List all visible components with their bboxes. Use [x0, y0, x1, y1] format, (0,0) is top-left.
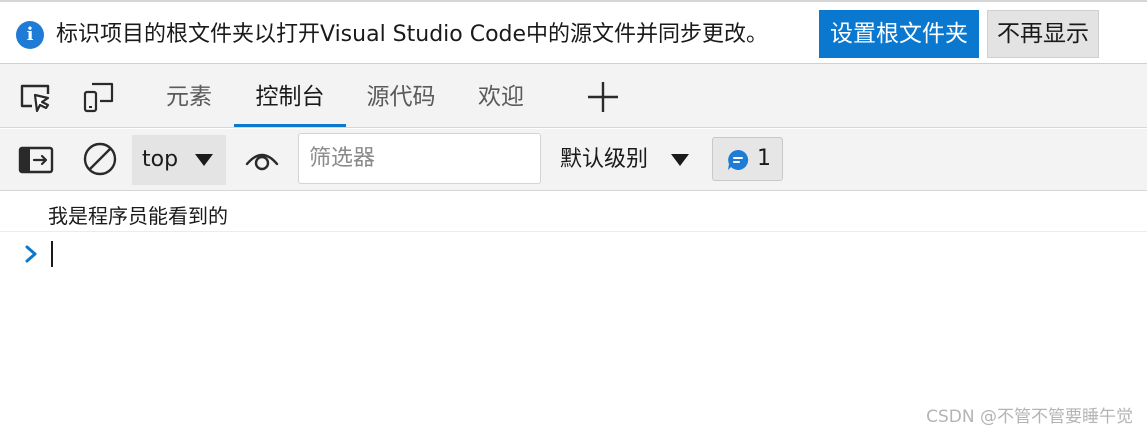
infobar-message: 标识项目的根文件夹以打开Visual Studio Code中的源文件并同步更改… [56, 22, 769, 47]
caret-down-icon [195, 154, 213, 166]
watermark: CSDN @不管不管要睡午觉 [926, 407, 1133, 427]
inspect-element-icon[interactable] [18, 80, 52, 114]
plus-icon[interactable] [584, 78, 622, 116]
set-root-folder-button[interactable]: 设置根文件夹 [819, 10, 979, 58]
console-output[interactable]: 我是程序员能看到的 CSDN @不管不管要睡午觉 [0, 192, 1147, 433]
context-selector[interactable]: top [132, 135, 226, 185]
issues-count: 1 [757, 146, 771, 171]
info-icon: i [16, 21, 44, 49]
console-toolbar: top 默认级别 1 [0, 129, 1147, 191]
filter-input[interactable] [298, 133, 541, 184]
chevron-right-icon [25, 245, 37, 263]
context-selector-label: top [142, 147, 179, 172]
issues-button[interactable]: 1 [712, 137, 783, 181]
message-bubble-icon [728, 149, 749, 170]
log-level-label: 默认级别 [560, 147, 649, 172]
console-prompt-caret[interactable] [51, 241, 53, 267]
devtools-tabstrip: 元素 控制台 源代码 欢迎 [0, 64, 1147, 128]
caret-down-icon[interactable] [670, 152, 690, 168]
tab-console[interactable]: 控制台 [234, 64, 346, 127]
tab-elements[interactable]: 元素 [156, 64, 222, 127]
device-emulation-icon[interactable] [82, 80, 116, 114]
clear-console-icon[interactable] [82, 141, 118, 177]
live-expression-eye-icon[interactable] [244, 142, 280, 178]
console-message-text: 我是程序员能看到的 [48, 204, 228, 228]
tab-sources[interactable]: 源代码 [356, 64, 446, 127]
tab-welcome[interactable]: 欢迎 [468, 64, 534, 127]
log-level-selector[interactable]: 默认级别 [560, 135, 648, 185]
dont-show-again-button[interactable]: 不再显示 [987, 10, 1099, 58]
infobar: i 标识项目的根文件夹以打开Visual Studio Code中的源文件并同步… [0, 0, 1147, 64]
console-message: 我是程序员能看到的 [0, 192, 1147, 232]
show-sidebar-icon[interactable] [18, 142, 54, 178]
